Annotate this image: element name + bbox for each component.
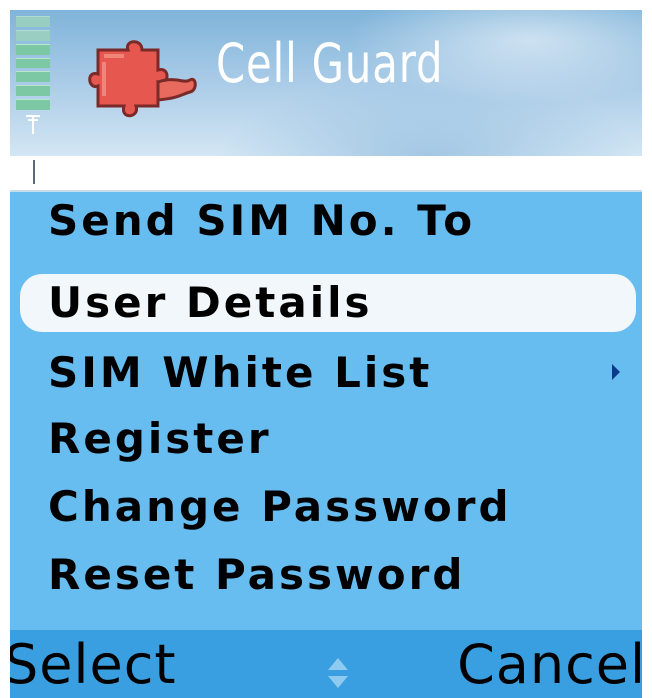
signal-strength-indicator [16, 16, 50, 111]
antenna-icon [26, 115, 40, 134]
menu-item-label: Register [48, 414, 272, 463]
options-menu: Send SIM No. To User Details SIM White L… [10, 192, 642, 632]
signal-bar [16, 99, 50, 111]
submenu-arrow-icon [612, 364, 620, 380]
text-caret [33, 160, 35, 184]
menu-item-reset-password[interactable]: Reset Password [20, 546, 636, 604]
cancel-softkey[interactable]: Cancel [457, 632, 642, 698]
menu-item-label: Send SIM No. To [48, 196, 476, 245]
menu-item-change-password[interactable]: Change Password [20, 478, 636, 536]
app-header: Cell Guard [10, 10, 642, 156]
menu-item-label: SIM White List [48, 348, 433, 397]
select-softkey[interactable]: Select [10, 632, 177, 698]
menu-item-label: User Details [48, 278, 373, 327]
signal-bar [16, 43, 50, 55]
search-input[interactable] [10, 156, 642, 192]
menu-item-sim-white-list[interactable]: SIM White List [20, 344, 636, 402]
menu-item-label: Reset Password [48, 550, 466, 599]
menu-item-user-details[interactable]: User Details [20, 274, 636, 332]
menu-item-label: Change Password [48, 482, 512, 531]
signal-bar [16, 71, 50, 83]
signal-bar [16, 57, 50, 69]
phone-screen: Cell Guard Send SIM No. To User Details … [10, 10, 642, 698]
signal-bar [16, 85, 50, 97]
signal-bar [16, 16, 50, 27]
menu-item-send-sim-no[interactable]: Send SIM No. To [20, 192, 636, 250]
menu-item-register[interactable]: Register [20, 410, 636, 468]
app-title: Cell Guard [216, 32, 444, 95]
signal-bar [16, 29, 50, 41]
scroll-up-down-icon [328, 658, 348, 688]
softkey-bar: Select Cancel [10, 630, 642, 698]
puzzle-piece-icon [88, 40, 197, 118]
